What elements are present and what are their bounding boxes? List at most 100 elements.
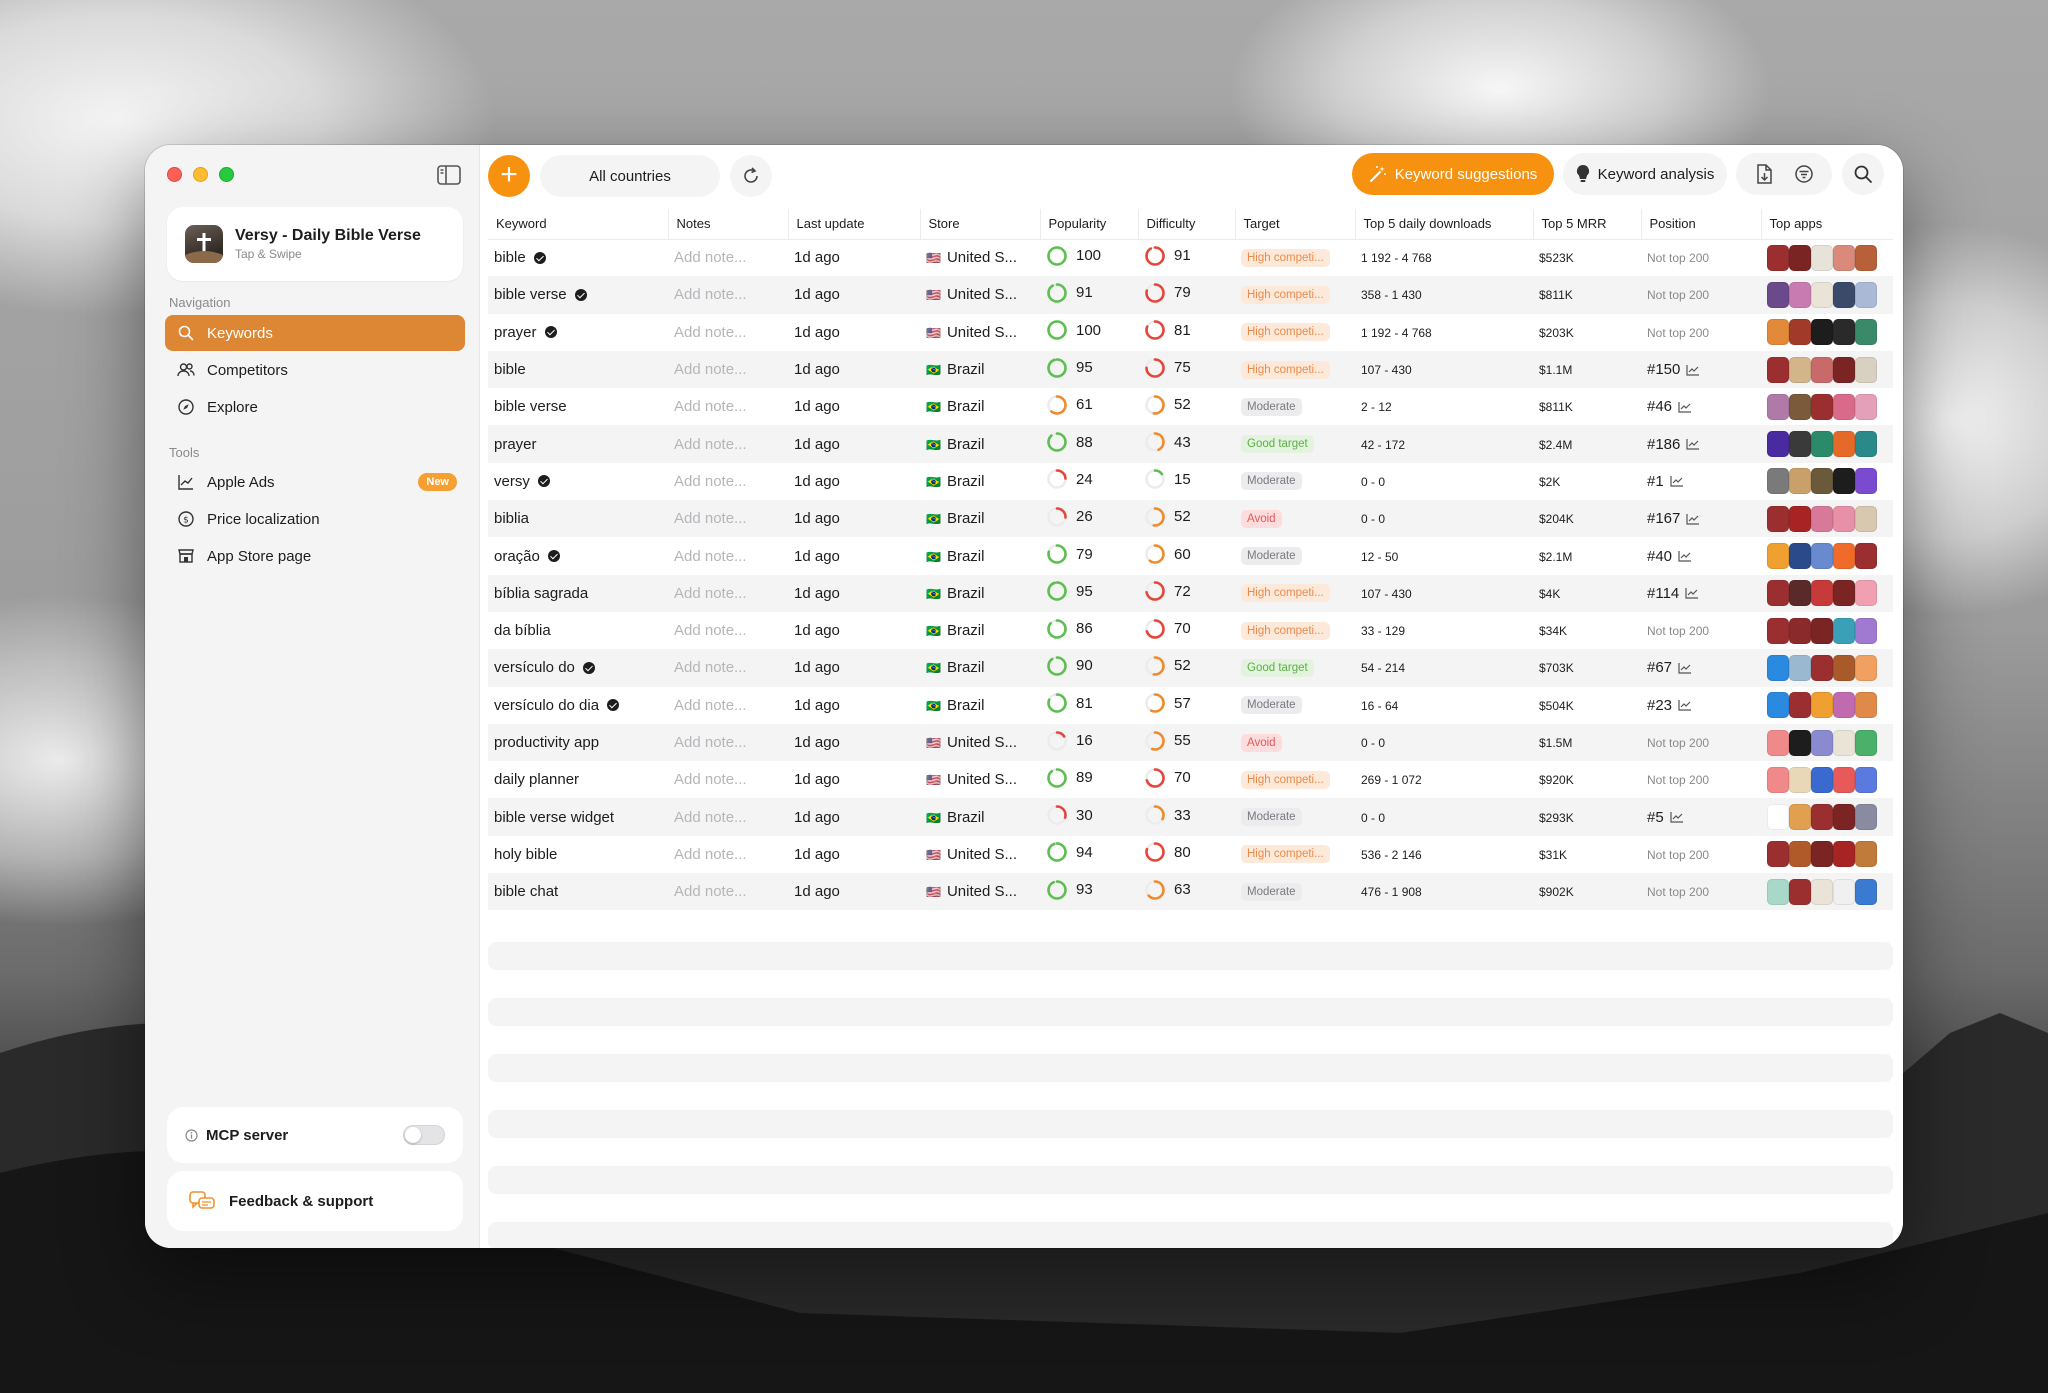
top-app-icon[interactable] <box>1767 281 1789 308</box>
top-app-icon[interactable] <box>1811 878 1833 905</box>
keyword-cell[interactable]: prayer <box>488 425 668 463</box>
sidebar-item-price-localization[interactable]: $ Price localization <box>165 501 465 537</box>
column-header-top-5-mrr[interactable]: Top 5 MRR <box>1533 209 1642 240</box>
top-app-icon[interactable] <box>1789 244 1811 271</box>
position-chart-icon[interactable] <box>1670 811 1684 823</box>
notes-cell[interactable]: Add note... <box>668 463 788 500</box>
country-selector[interactable]: All countries <box>540 155 720 197</box>
top-app-icon[interactable] <box>1789 431 1811 458</box>
add-note-input[interactable]: Add note... <box>674 436 747 453</box>
add-note-input[interactable]: Add note... <box>674 510 747 527</box>
notes-cell[interactable]: Add note... <box>668 723 788 762</box>
column-header-top-5-daily-downloads[interactable]: Top 5 daily downloads <box>1355 209 1534 240</box>
top-app-icon[interactable] <box>1789 356 1811 383</box>
top-app-icon[interactable] <box>1811 505 1833 532</box>
top-app-icon[interactable] <box>1833 654 1855 681</box>
top-app-icon[interactable] <box>1833 617 1855 644</box>
top-app-icon[interactable] <box>1811 244 1833 271</box>
top-app-icon[interactable] <box>1789 804 1811 831</box>
top-app-icon[interactable] <box>1811 766 1833 793</box>
keyword-cell[interactable]: bíblia sagrada <box>488 574 668 612</box>
top-app-icon[interactable] <box>1855 654 1877 681</box>
notes-cell[interactable]: Add note... <box>668 239 788 276</box>
position-chart-icon[interactable] <box>1686 438 1700 450</box>
top-app-icon[interactable] <box>1767 692 1789 719</box>
column-header-last-update[interactable]: Last update <box>788 209 921 240</box>
keyword-cell[interactable]: versículo do dia <box>488 687 668 724</box>
top-app-icon[interactable] <box>1811 281 1833 308</box>
top-app-icon[interactable] <box>1833 766 1855 793</box>
top-app-icon[interactable] <box>1811 580 1833 607</box>
add-note-input[interactable]: Add note... <box>674 361 747 378</box>
top-app-icon[interactable] <box>1855 878 1877 905</box>
table-row[interactable]: bible verse widget Add note... 1d ago 🇧🇷 Bra… <box>488 798 1893 836</box>
top-app-icon[interactable] <box>1833 692 1855 719</box>
notes-cell[interactable]: Add note... <box>668 276 788 314</box>
keyword-cell[interactable]: bible verse <box>488 276 668 314</box>
notes-cell[interactable]: Add note... <box>668 350 788 389</box>
top-app-icon[interactable] <box>1833 244 1855 271</box>
top-app-icon[interactable] <box>1833 804 1855 831</box>
top-app-icon[interactable] <box>1811 431 1833 458</box>
minimize-window-button[interactable] <box>193 167 208 182</box>
notes-cell[interactable]: Add note... <box>668 873 788 911</box>
selected-app-card[interactable]: Versy - Daily Bible Verse Tap & Swipe <box>167 207 463 281</box>
top-app-icon[interactable] <box>1789 543 1811 570</box>
add-note-input[interactable]: Add note... <box>674 883 747 900</box>
sidebar-item-apple-ads[interactable]: Apple Ads New <box>165 464 465 500</box>
table-row[interactable]: da bíblia Add note... 1d ago 🇧🇷 Brazil 86 70 Hi… <box>488 612 1893 649</box>
column-header-store[interactable]: Store <box>920 209 1041 240</box>
top-app-icon[interactable] <box>1811 654 1833 681</box>
position-chart-icon[interactable] <box>1678 699 1692 711</box>
top-app-icon[interactable] <box>1789 766 1811 793</box>
sidebar-item-competitors[interactable]: Competitors <box>165 352 465 388</box>
keyword-cell[interactable]: biblia <box>488 500 668 538</box>
top-app-icon[interactable] <box>1855 543 1877 570</box>
notes-cell[interactable]: Add note... <box>668 500 788 538</box>
top-app-icon[interactable] <box>1855 319 1877 346</box>
feedback-support-button[interactable]: Feedback & support <box>167 1171 463 1231</box>
column-header-notes[interactable]: Notes <box>668 209 789 240</box>
keyword-cell[interactable]: versículo do <box>488 649 668 687</box>
table-row[interactable]: bible verse Add note... 1d ago 🇧🇷 Brazil 61 52… <box>488 388 1893 425</box>
add-note-input[interactable]: Add note... <box>674 809 747 826</box>
add-note-input[interactable]: Add note... <box>674 734 747 751</box>
notes-cell[interactable]: Add note... <box>668 425 788 463</box>
table-row[interactable]: biblia Add note... 1d ago 🇧🇷 Brazil 26 52 Avoid… <box>488 500 1893 538</box>
top-app-icon[interactable] <box>1789 393 1811 420</box>
notes-cell[interactable]: Add note... <box>668 388 788 425</box>
top-app-icon[interactable] <box>1855 281 1877 308</box>
column-header-position[interactable]: Position <box>1641 209 1762 240</box>
top-app-icon[interactable] <box>1789 617 1811 644</box>
column-header-keyword[interactable]: Keyword <box>488 209 669 240</box>
refresh-button[interactable] <box>730 155 772 197</box>
top-app-icon[interactable] <box>1767 878 1789 905</box>
export-document-icon[interactable] <box>1755 164 1773 184</box>
top-app-icon[interactable] <box>1789 319 1811 346</box>
column-header-popularity[interactable]: Popularity <box>1040 209 1139 240</box>
top-app-icon[interactable] <box>1855 580 1877 607</box>
table-row[interactable]: versículo do dia Add note... 1d ago 🇧🇷 Brazi… <box>488 687 1893 724</box>
add-note-input[interactable]: Add note... <box>674 398 747 415</box>
top-app-icon[interactable] <box>1833 841 1855 868</box>
position-chart-icon[interactable] <box>1670 475 1684 488</box>
top-app-icon[interactable] <box>1855 505 1877 532</box>
top-app-icon[interactable] <box>1811 729 1833 756</box>
top-app-icon[interactable] <box>1855 393 1877 420</box>
top-app-icon[interactable] <box>1767 319 1789 346</box>
top-app-icon[interactable] <box>1767 654 1789 681</box>
top-app-icon[interactable] <box>1833 543 1855 570</box>
top-app-icon[interactable] <box>1767 580 1789 607</box>
add-note-input[interactable]: Add note... <box>674 659 747 676</box>
table-row[interactable]: holy bible Add note... 1d ago 🇺🇸 United S...… <box>488 836 1893 873</box>
keyword-cell[interactable]: daily planner <box>488 761 668 798</box>
top-app-icon[interactable] <box>1855 244 1877 271</box>
position-chart-icon[interactable] <box>1678 401 1692 413</box>
position-chart-icon[interactable] <box>1686 513 1700 525</box>
keyword-suggestions-button[interactable]: Keyword suggestions <box>1352 153 1554 195</box>
top-app-icon[interactable] <box>1811 393 1833 420</box>
filter-icon[interactable] <box>1794 164 1814 184</box>
top-app-icon[interactable] <box>1789 505 1811 532</box>
notes-cell[interactable]: Add note... <box>668 314 788 351</box>
top-app-icon[interactable] <box>1811 356 1833 383</box>
